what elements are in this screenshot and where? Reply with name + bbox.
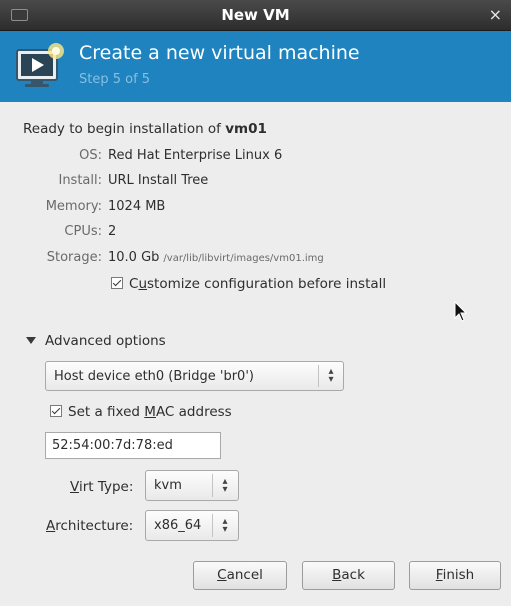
storage-value: 10.0 Gb xyxy=(108,250,160,265)
close-icon[interactable]: × xyxy=(489,5,502,24)
network-select[interactable]: Host device eth0 (Bridge 'br0') ▴ ▾ xyxy=(45,361,344,391)
summary-row-storage: Storage: 10.0 Gb/var/lib/libvirt/images/… xyxy=(0,250,511,268)
virt-type-label-post: irt Type: xyxy=(78,479,134,495)
cancel-button[interactable]: Cancel xyxy=(193,561,287,590)
fixed-mac-check-icon[interactable] xyxy=(50,405,62,417)
architecture-select[interactable]: x86_64 ▴ ▾ xyxy=(145,510,239,541)
finish-label: inish xyxy=(442,567,475,583)
ready-prefix: Ready to begin installation of xyxy=(23,121,226,137)
architecture-value: x86_64 xyxy=(154,518,202,533)
advanced-options-expander[interactable]: Advanced options xyxy=(26,333,166,349)
wizard-step: Step 5 of 5 xyxy=(79,72,151,87)
summary-row-memory: Memory: 1024 MB xyxy=(0,199,511,217)
architecture-label-mnemonic: A xyxy=(46,518,56,534)
virt-type-value: kvm xyxy=(154,478,182,493)
customize-label-mnemonic: u xyxy=(138,276,147,292)
customize-checkbox[interactable]: Customize configuration before install xyxy=(111,276,386,292)
fixed-mac-label-post: AC address xyxy=(155,404,232,420)
virt-type-label: Virt Type: xyxy=(70,479,133,495)
virt-type-divider xyxy=(212,474,213,497)
storage-label: Storage: xyxy=(46,250,102,265)
architecture-divider xyxy=(212,514,213,537)
network-select-value: Host device eth0 (Bridge 'br0') xyxy=(54,369,254,384)
back-label: ack xyxy=(341,567,365,583)
virtual-machine-icon xyxy=(16,43,64,87)
architecture-label: Architecture: xyxy=(46,518,133,534)
fixed-mac-checkbox[interactable]: Set a fixed MAC address xyxy=(50,404,232,420)
summary-row-cpus: CPUs: 2 xyxy=(0,224,511,242)
virt-type-label-mnemonic: V xyxy=(70,479,79,495)
memory-label: Memory: xyxy=(45,199,102,214)
storage-value-wrap: 10.0 Gb/var/lib/libvirt/images/vm01.img xyxy=(108,250,324,265)
network-select-divider xyxy=(318,365,319,387)
back-mnemonic: B xyxy=(332,567,342,583)
fixed-mac-label-pre: Set a fixed xyxy=(68,404,145,420)
cancel-mnemonic: C xyxy=(217,567,227,583)
storage-path: /var/lib/libvirt/images/vm01.img xyxy=(163,253,324,264)
os-label: OS: xyxy=(79,148,102,163)
summary-row-os: OS: Red Hat Enterprise Linux 6 xyxy=(0,148,511,166)
memory-value: 1024 MB xyxy=(108,199,166,214)
wizard-header: Create a new virtual machine Step 5 of 5 xyxy=(0,31,511,102)
wizard-title: Create a new virtual machine xyxy=(79,42,360,64)
install-value: URL Install Tree xyxy=(108,173,209,188)
advanced-options-label: Advanced options xyxy=(45,333,166,349)
select-arrows-icon: ▴ ▾ xyxy=(222,476,228,495)
cpus-label: CPUs: xyxy=(64,224,102,239)
customize-check-icon[interactable] xyxy=(111,277,123,289)
window-titlebar: New VM × xyxy=(0,0,511,31)
back-button[interactable]: Back xyxy=(302,561,395,590)
select-arrows-icon: ▴ ▾ xyxy=(222,516,228,535)
finish-button[interactable]: Finish xyxy=(409,561,501,590)
expander-triangle-icon xyxy=(26,337,36,344)
install-label: Install: xyxy=(58,173,102,188)
summary-row-install: Install: URL Install Tree xyxy=(0,173,511,191)
architecture-label-post: rchitecture: xyxy=(55,518,134,534)
cancel-label: ancel xyxy=(226,567,263,583)
os-value: Red Hat Enterprise Linux 6 xyxy=(108,148,283,163)
mac-address-input[interactable] xyxy=(45,432,221,459)
window-title: New VM xyxy=(221,6,290,24)
cpus-value: 2 xyxy=(108,224,117,239)
ready-message: Ready to begin installation of vm01 xyxy=(23,121,267,137)
finish-mnemonic: F xyxy=(435,567,443,583)
virt-type-select[interactable]: kvm ▴ ▾ xyxy=(145,470,239,501)
customize-label-post: stomize configuration before install xyxy=(147,276,387,292)
mouse-pointer-icon xyxy=(454,301,468,322)
fixed-mac-label-mnemonic: M xyxy=(144,404,156,420)
select-arrows-icon: ▴ ▾ xyxy=(328,366,334,385)
vm-name: vm01 xyxy=(225,121,267,137)
